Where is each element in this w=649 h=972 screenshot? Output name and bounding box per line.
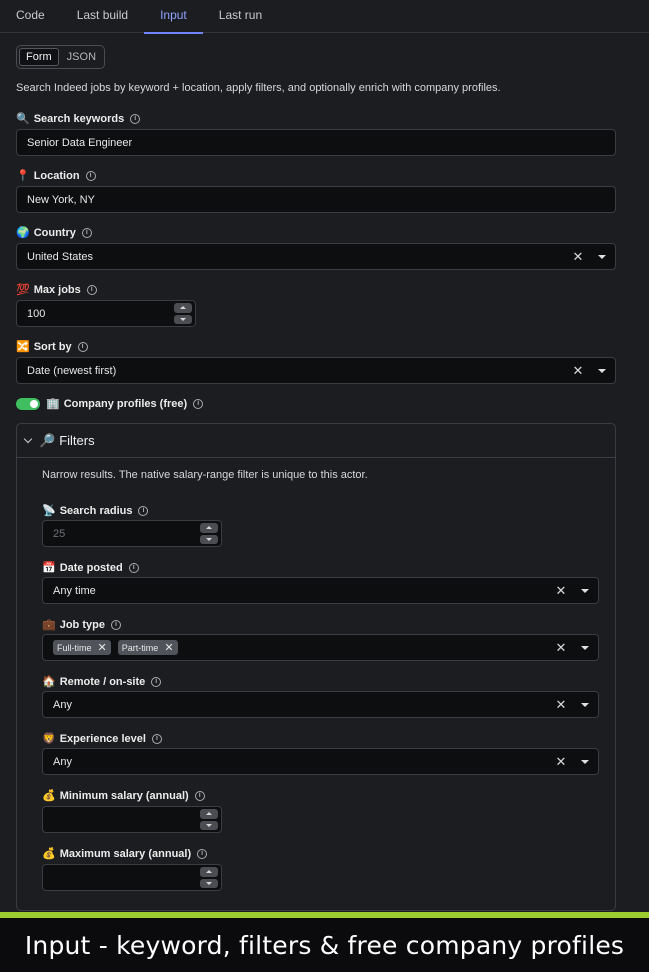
hundred-icon: 💯 [16,284,30,296]
chevron-down-icon[interactable] [572,588,598,593]
chevron-down-icon[interactable] [572,645,598,650]
experience-label: 🦁 Experience level i [42,732,162,745]
magnifier-icon: 🔍 [16,113,30,125]
max-salary-stepper [200,867,218,888]
remote-select[interactable]: Any ✕ [42,691,599,718]
json-mode-button[interactable]: JSON [61,48,102,66]
chevron-down-icon[interactable] [572,702,598,707]
tab-last-build[interactable]: Last build [61,0,144,33]
date-posted-label: 📅 Date posted i [42,561,139,574]
country-select[interactable]: United States ✕ [16,243,616,270]
location-input[interactable]: New York, NY [16,186,616,213]
info-icon[interactable]: i [193,398,204,409]
input-description: Search Indeed jobs by keyword + location… [16,82,501,94]
filters-description: Narrow results. The native salary-range … [42,469,368,481]
search-keywords-input[interactable]: Senior Data Engineer [16,129,616,156]
pin-icon: 📍 [16,170,30,182]
info-icon[interactable]: i [194,790,205,801]
date-posted-select[interactable]: Any time ✕ [42,577,599,604]
satellite-antenna-icon: 📡 [42,505,56,517]
max-jobs-label: 💯 Max jobs i [16,283,97,296]
job-type-label: 💼 Job type i [42,618,121,631]
search-radius-label: 📡 Search radius i [42,504,149,517]
experience-select[interactable]: Any ✕ [42,748,599,775]
chevron-down-icon[interactable] [589,368,615,373]
min-salary-input[interactable] [42,806,222,833]
clear-icon[interactable]: ✕ [550,640,572,656]
job-type-chip: Full-time ✕ [53,640,111,655]
tab-last-run[interactable]: Last run [203,0,278,33]
info-icon[interactable]: i [128,562,139,573]
decrement-button[interactable] [200,878,218,888]
tab-input[interactable]: Input [144,0,203,34]
clear-icon[interactable]: ✕ [550,697,572,713]
chevron-down-icon[interactable] [572,759,598,764]
info-icon[interactable]: i [85,170,96,181]
money-bag-icon: 💰 [42,790,56,802]
filters-section-header[interactable]: 🔎 Filters [17,424,615,458]
increment-button[interactable] [200,523,218,533]
increment-button[interactable] [200,809,218,819]
lion-icon: 🦁 [42,733,56,745]
company-profiles-switch[interactable] [16,398,40,410]
form-mode-button[interactable]: Form [19,48,59,66]
decrement-button[interactable] [200,534,218,544]
company-profiles-label: 🏢 Company profiles (free) i [46,397,204,410]
job-type-multiselect[interactable]: Full-time ✕ Part-time ✕ ✕ [42,634,599,661]
filters-section: 🔎 Filters Narrow results. The native sal… [16,423,616,911]
search-radius-input[interactable]: 25 [42,520,222,547]
house-icon: 🏠 [42,676,56,688]
shuffle-icon: 🔀 [16,341,30,353]
decrement-button[interactable] [200,820,218,830]
info-icon[interactable]: i [81,227,92,238]
search-keywords-label: 🔍 Search keywords i [16,112,141,125]
info-icon[interactable]: i [197,848,208,859]
info-icon[interactable]: i [151,733,162,744]
min-salary-label: 💰 Minimum salary (annual) i [42,789,205,802]
info-icon[interactable]: i [86,284,97,295]
search-radius-stepper [200,523,218,544]
max-salary-label: 💰 Maximum salary (annual) i [42,847,208,860]
sort-by-select[interactable]: Date (newest first) ✕ [16,357,616,384]
tab-code[interactable]: Code [0,0,61,33]
country-label: 🌍 Country i [16,226,92,239]
max-jobs-stepper [174,303,192,324]
footer-caption: Input - keyword, filters & free company … [0,918,649,972]
calendar-icon: 📅 [42,562,56,574]
chevron-down-icon[interactable] [589,254,615,259]
filters-title: Filters [59,433,95,448]
min-salary-stepper [200,809,218,830]
clear-icon[interactable]: ✕ [567,363,589,379]
job-type-chip: Part-time ✕ [117,640,178,655]
info-icon[interactable]: i [77,341,88,352]
chevron-down-icon[interactable] [23,434,33,444]
tab-bar: Code Last build Input Last run [0,0,649,34]
briefcase-icon: 💼 [42,619,56,631]
money-bag-icon: 💰 [42,848,56,860]
remove-chip-icon[interactable]: ✕ [98,641,107,654]
magnifier-tilted-icon: 🔎 [39,432,56,448]
remove-chip-icon[interactable]: ✕ [164,641,173,654]
globe-icon: 🌍 [16,227,30,239]
mode-toggle: Form JSON [16,45,105,69]
max-salary-input[interactable] [42,864,222,891]
clear-icon[interactable]: ✕ [550,754,572,770]
info-icon[interactable]: i [130,113,141,124]
info-icon[interactable]: i [110,619,121,630]
location-label: 📍 Location i [16,169,96,182]
increment-button[interactable] [174,303,192,313]
increment-button[interactable] [200,867,218,877]
sort-by-label: 🔀 Sort by i [16,340,88,353]
info-icon[interactable]: i [151,676,162,687]
max-jobs-input[interactable]: 100 [16,300,196,327]
clear-icon[interactable]: ✕ [550,583,572,599]
info-icon[interactable]: i [138,505,149,516]
office-building-icon: 🏢 [46,398,60,410]
clear-icon[interactable]: ✕ [567,249,589,265]
remote-label: 🏠 Remote / on-site i [42,675,162,688]
decrement-button[interactable] [174,314,192,324]
